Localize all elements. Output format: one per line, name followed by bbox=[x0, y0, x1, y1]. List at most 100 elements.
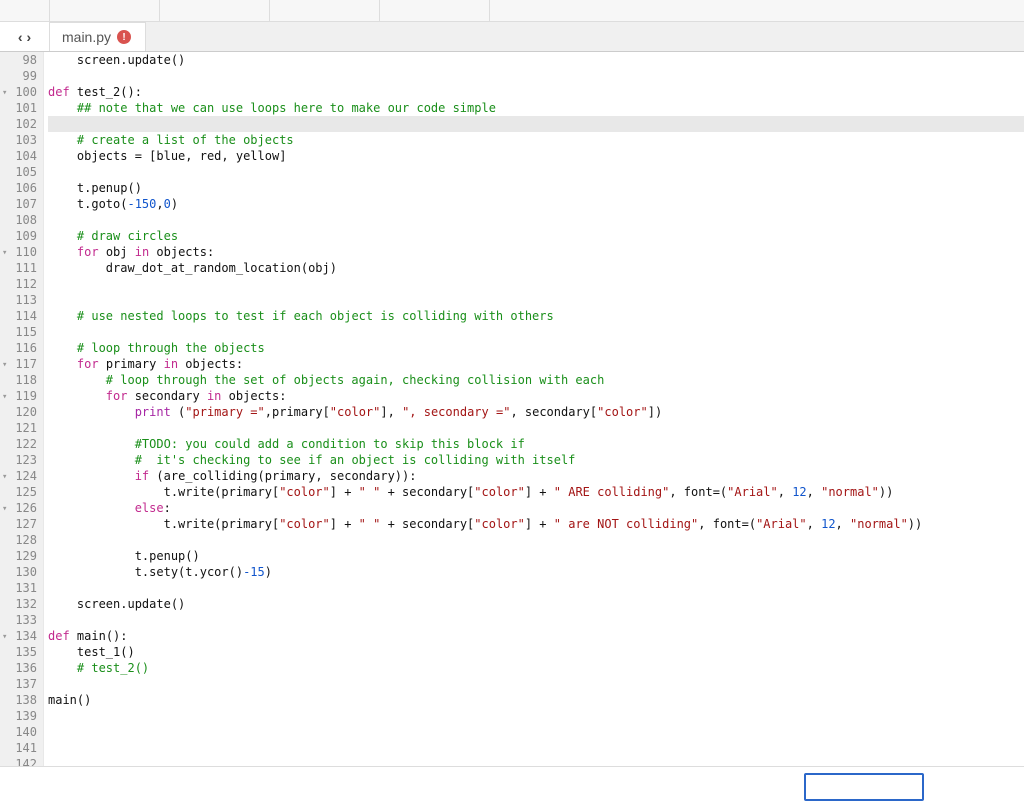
line-number: 109 bbox=[0, 228, 37, 244]
run-button[interactable] bbox=[804, 773, 924, 801]
code-line[interactable] bbox=[48, 708, 1024, 724]
line-number: 112 bbox=[0, 276, 37, 292]
line-number: 140 bbox=[0, 724, 37, 740]
code-line[interactable] bbox=[48, 724, 1024, 740]
line-number: 111 bbox=[0, 260, 37, 276]
code-line[interactable] bbox=[48, 68, 1024, 84]
line-number: 134 bbox=[0, 628, 37, 644]
line-number: 119 bbox=[0, 388, 37, 404]
code-line[interactable]: if (are_colliding(primary, secondary)): bbox=[48, 468, 1024, 484]
line-number: 100 bbox=[0, 84, 37, 100]
code-line[interactable]: t.penup() bbox=[48, 180, 1024, 196]
code-line[interactable]: # loop through the set of objects again,… bbox=[48, 372, 1024, 388]
line-number: 105 bbox=[0, 164, 37, 180]
tab-stub bbox=[160, 0, 270, 21]
code-line[interactable]: t.write(primary["color"] + " " + seconda… bbox=[48, 484, 1024, 500]
code-line[interactable]: def test_2(): bbox=[48, 84, 1024, 100]
line-number: 121 bbox=[0, 420, 37, 436]
code-line[interactable] bbox=[48, 164, 1024, 180]
tab-stub bbox=[50, 0, 160, 21]
tab-stub bbox=[380, 0, 490, 21]
code-line[interactable] bbox=[48, 612, 1024, 628]
code-line[interactable]: draw_dot_at_random_location(obj) bbox=[48, 260, 1024, 276]
line-number: 135 bbox=[0, 644, 37, 660]
tab-stub bbox=[0, 0, 50, 21]
code-line[interactable]: screen.update() bbox=[48, 596, 1024, 612]
line-number: 114 bbox=[0, 308, 37, 324]
nav-forward-icon[interactable]: › bbox=[27, 29, 32, 45]
line-number: 123 bbox=[0, 452, 37, 468]
code-line[interactable] bbox=[48, 580, 1024, 596]
code-line[interactable] bbox=[48, 212, 1024, 228]
code-line[interactable]: # create a list of the objects bbox=[48, 132, 1024, 148]
line-number: 129 bbox=[0, 548, 37, 564]
line-number: 103 bbox=[0, 132, 37, 148]
code-line[interactable]: ## note that we can use loops here to ma… bbox=[48, 100, 1024, 116]
file-tab-main-py[interactable]: main.py ! bbox=[50, 22, 146, 51]
code-line[interactable]: for primary in objects: bbox=[48, 356, 1024, 372]
code-content[interactable]: screen.update() def test_2(): ## note th… bbox=[44, 52, 1024, 766]
code-line[interactable]: # use nested loops to test if each objec… bbox=[48, 308, 1024, 324]
code-editor[interactable]: 9899100101102103104105106107108109110111… bbox=[0, 52, 1024, 766]
code-line[interactable] bbox=[48, 532, 1024, 548]
line-number: 102 bbox=[0, 116, 37, 132]
line-number: 113 bbox=[0, 292, 37, 308]
line-number: 141 bbox=[0, 740, 37, 756]
line-number: 126 bbox=[0, 500, 37, 516]
code-line[interactable]: t.sety(t.ycor()-15) bbox=[48, 564, 1024, 580]
line-number-gutter: 9899100101102103104105106107108109110111… bbox=[0, 52, 44, 766]
line-number: 99 bbox=[0, 68, 37, 84]
line-number: 132 bbox=[0, 596, 37, 612]
nav-arrows[interactable]: ‹ › bbox=[0, 22, 50, 51]
code-line[interactable]: # test_2() bbox=[48, 660, 1024, 676]
code-line[interactable]: t.penup() bbox=[48, 548, 1024, 564]
code-line[interactable]: objects = [blue, red, yellow] bbox=[48, 148, 1024, 164]
code-line[interactable]: else: bbox=[48, 500, 1024, 516]
line-number: 106 bbox=[0, 180, 37, 196]
line-number: 125 bbox=[0, 484, 37, 500]
code-line[interactable]: t.write(primary["color"] + " " + seconda… bbox=[48, 516, 1024, 532]
line-number: 104 bbox=[0, 148, 37, 164]
file-tab-label: main.py bbox=[62, 29, 111, 45]
line-number: 116 bbox=[0, 340, 37, 356]
code-line[interactable]: # loop through the objects bbox=[48, 340, 1024, 356]
code-line[interactable]: main() bbox=[48, 692, 1024, 708]
code-line[interactable]: screen.update() bbox=[48, 52, 1024, 68]
error-badge-icon: ! bbox=[117, 30, 131, 44]
line-number: 130 bbox=[0, 564, 37, 580]
line-number: 117 bbox=[0, 356, 37, 372]
window-tab-strip bbox=[0, 0, 1024, 22]
tab-stub bbox=[270, 0, 380, 21]
code-line[interactable] bbox=[48, 740, 1024, 756]
nav-back-icon[interactable]: ‹ bbox=[18, 29, 23, 45]
code-line[interactable]: def main(): bbox=[48, 628, 1024, 644]
line-number: 118 bbox=[0, 372, 37, 388]
line-number: 131 bbox=[0, 580, 37, 596]
code-line[interactable]: print ("primary =",primary["color"], ", … bbox=[48, 404, 1024, 420]
line-number: 115 bbox=[0, 324, 37, 340]
line-number: 133 bbox=[0, 612, 37, 628]
code-line[interactable] bbox=[48, 116, 1024, 132]
line-number: 138 bbox=[0, 692, 37, 708]
code-line[interactable] bbox=[48, 756, 1024, 766]
line-number: 127 bbox=[0, 516, 37, 532]
line-number: 139 bbox=[0, 708, 37, 724]
line-number: 120 bbox=[0, 404, 37, 420]
code-line[interactable]: for obj in objects: bbox=[48, 244, 1024, 260]
code-line[interactable]: test_1() bbox=[48, 644, 1024, 660]
code-line[interactable]: # it's checking to see if an object is c… bbox=[48, 452, 1024, 468]
file-tab-bar: ‹ › main.py ! bbox=[0, 22, 1024, 52]
line-number: 122 bbox=[0, 436, 37, 452]
code-line[interactable] bbox=[48, 676, 1024, 692]
code-line[interactable]: for secondary in objects: bbox=[48, 388, 1024, 404]
code-line[interactable]: #TODO: you could add a condition to skip… bbox=[48, 436, 1024, 452]
code-line[interactable] bbox=[48, 276, 1024, 292]
line-number: 107 bbox=[0, 196, 37, 212]
code-line[interactable]: t.goto(-150,0) bbox=[48, 196, 1024, 212]
line-number: 137 bbox=[0, 676, 37, 692]
code-line[interactable] bbox=[48, 292, 1024, 308]
code-line[interactable]: # draw circles bbox=[48, 228, 1024, 244]
code-line[interactable] bbox=[48, 420, 1024, 436]
line-number: 108 bbox=[0, 212, 37, 228]
code-line[interactable] bbox=[48, 324, 1024, 340]
